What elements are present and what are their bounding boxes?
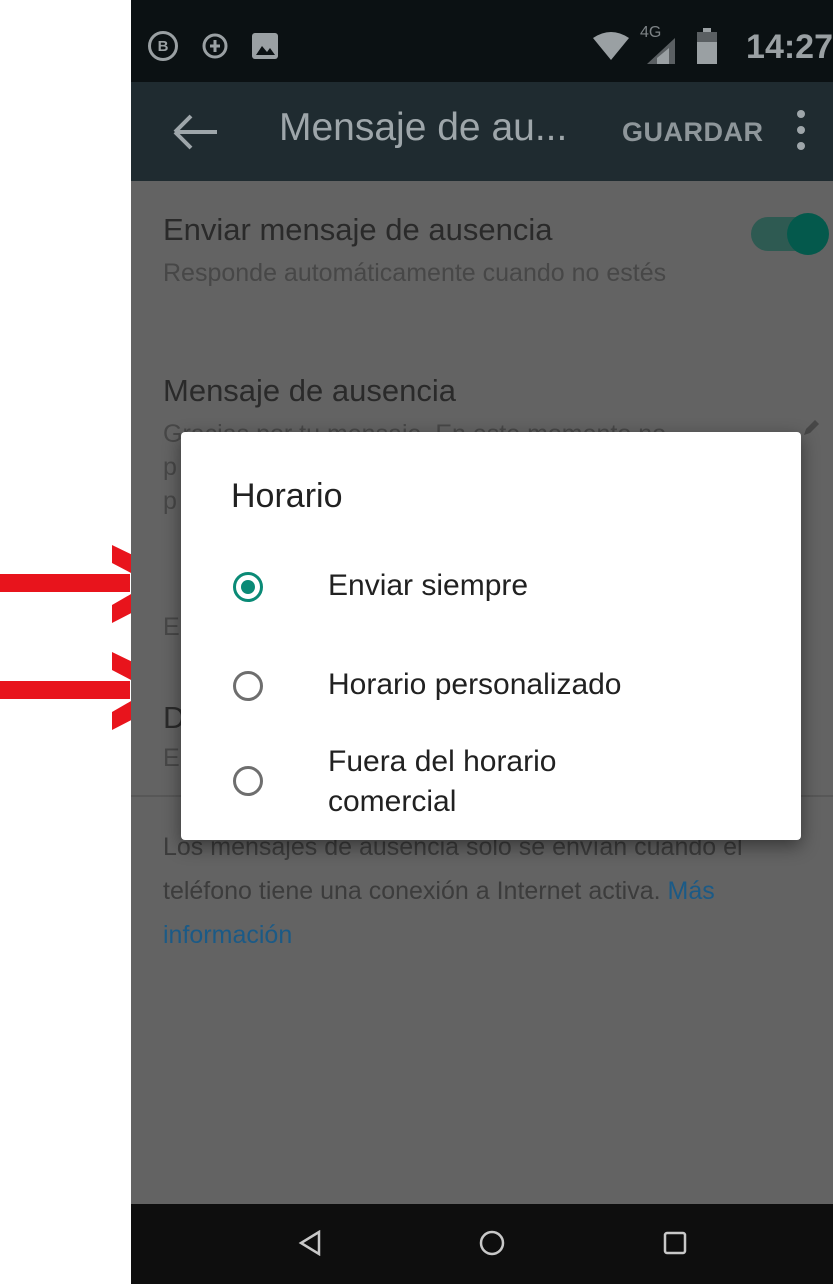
page-title: Mensaje de au... xyxy=(279,106,568,149)
auto-reply-title[interactable]: Enviar mensaje de ausencia xyxy=(163,212,552,248)
navigation-bar xyxy=(131,1204,833,1284)
nav-back-icon[interactable] xyxy=(298,1230,322,1256)
app-bar: Mensaje de au... GUARDAR xyxy=(131,82,833,181)
edit-icon[interactable] xyxy=(801,418,821,438)
b-badge-icon: B xyxy=(148,31,178,61)
message-title[interactable]: Mensaje de ausencia xyxy=(163,373,456,409)
clock: 14:27 xyxy=(746,28,833,66)
toggle-knob xyxy=(787,213,829,255)
option-label: Fuera del horario comercial xyxy=(328,745,557,818)
nav-home-icon[interactable] xyxy=(478,1229,506,1257)
obscured-letter: p xyxy=(163,453,177,481)
battery-icon xyxy=(697,28,717,64)
radio-unselected-icon[interactable] xyxy=(233,766,263,796)
dialog-title: Horario xyxy=(231,477,343,515)
back-arrow-icon[interactable] xyxy=(167,104,227,160)
obscured-letter: D xyxy=(163,700,186,735)
option-label: Horario personalizado xyxy=(328,668,622,701)
wifi-icon xyxy=(593,32,629,60)
option-outside-hours[interactable]: Fuera del horario comercial xyxy=(181,742,801,822)
signal-icon xyxy=(647,38,675,64)
more-options-icon[interactable] xyxy=(795,110,807,156)
radio-unselected-icon[interactable] xyxy=(233,671,263,701)
option-always[interactable]: Enviar siempre xyxy=(181,569,801,619)
save-button[interactable]: GUARDAR xyxy=(622,117,764,148)
footer-note: Los mensajes de ausencia solo se envían … xyxy=(163,825,813,957)
radio-selected-icon[interactable] xyxy=(233,572,263,602)
obscured-letter: E xyxy=(163,613,180,641)
schedule-dialog: Horario Enviar siempre Horario personali… xyxy=(181,432,801,840)
auto-reply-subtitle: Responde automáticamente cuando no estés xyxy=(163,259,667,287)
obscured-letter: p xyxy=(163,487,177,515)
footer-note-text: Los mensajes de ausencia solo se envían … xyxy=(163,833,743,905)
nav-recents-icon[interactable] xyxy=(663,1231,687,1255)
status-bar: B 4G 14:27 xyxy=(131,0,833,82)
obscured-letter: E xyxy=(163,744,180,772)
option-custom-schedule[interactable]: Horario personalizado xyxy=(181,668,801,718)
option-label: Enviar siempre xyxy=(328,569,529,602)
image-icon xyxy=(252,33,278,59)
data-saver-icon xyxy=(202,33,228,59)
